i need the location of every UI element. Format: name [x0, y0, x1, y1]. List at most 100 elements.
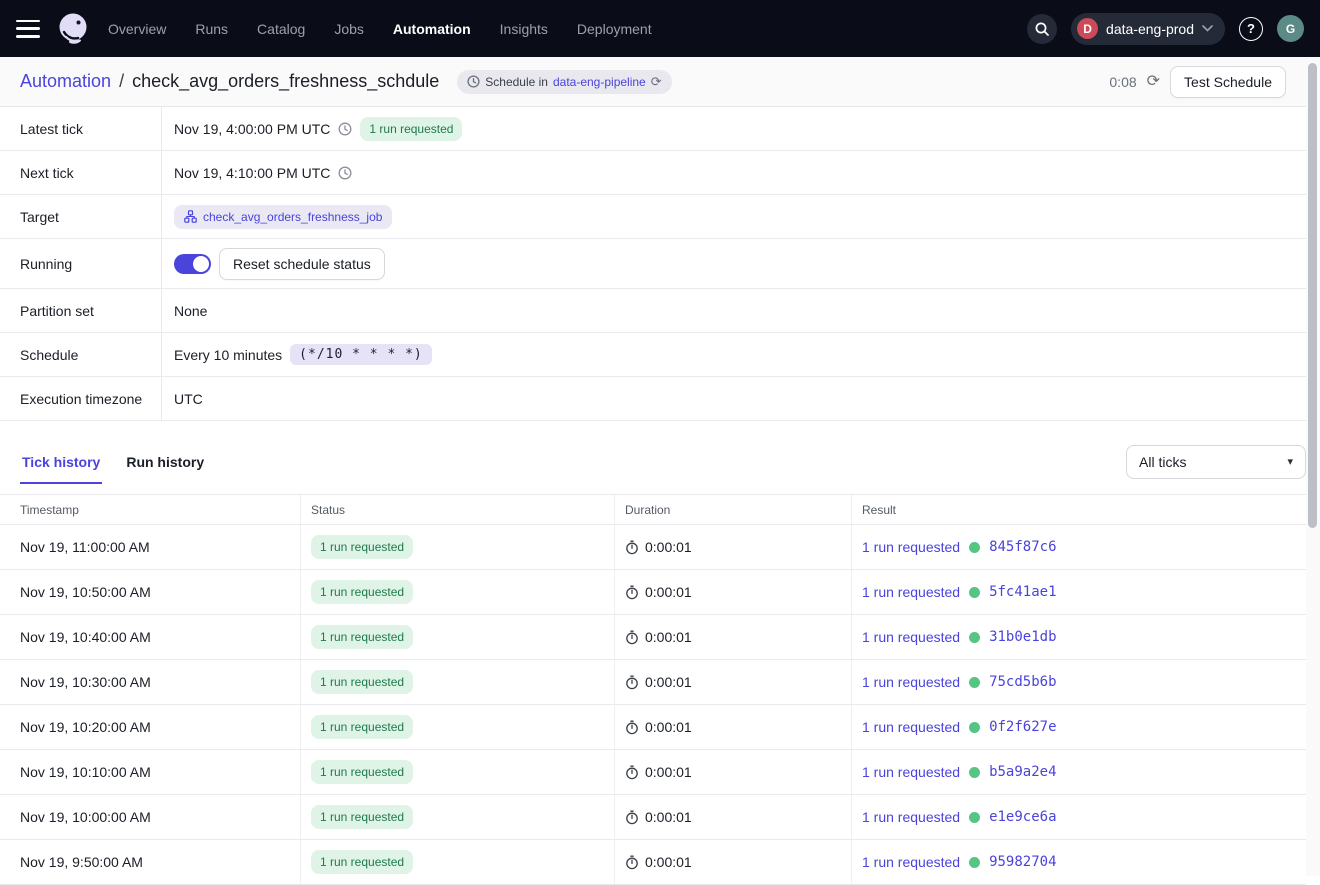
tick-duration: 0:00:01 — [645, 719, 692, 735]
workspace-initial-badge: D — [1077, 18, 1098, 39]
detail-row-latest-tick: Latest tick Nov 19, 4:00:00 PM UTC 1 run… — [0, 107, 1306, 151]
run-status-dot — [969, 812, 980, 823]
detail-row-timezone: Execution timezone UTC — [0, 377, 1306, 421]
refresh-icon[interactable]: ⟳ — [1147, 74, 1160, 90]
workspace-name: data-eng-prod — [1106, 21, 1194, 37]
test-schedule-button[interactable]: Test Schedule — [1170, 66, 1286, 98]
tick-status-badge: 1 run requested — [311, 670, 413, 694]
runs-requested-link[interactable]: 1 run requested — [862, 539, 960, 555]
job-graph-icon — [184, 210, 197, 223]
stopwatch-icon — [625, 765, 639, 780]
tick-duration: 0:00:01 — [645, 539, 692, 555]
nav-link-automation[interactable]: Automation — [393, 21, 471, 37]
breadcrumb-automation-link[interactable]: Automation — [20, 71, 111, 92]
nav-link-overview[interactable]: Overview — [108, 21, 166, 37]
target-job-name: check_avg_orders_freshness_job — [203, 210, 382, 224]
reset-schedule-status-button[interactable]: Reset schedule status — [219, 248, 385, 280]
reload-repo-icon[interactable]: ⟳ — [651, 75, 662, 88]
nav-link-catalog[interactable]: Catalog — [257, 21, 305, 37]
tick-duration: 0:00:01 — [645, 629, 692, 645]
runs-requested-link[interactable]: 1 run requested — [862, 719, 960, 735]
user-avatar[interactable]: G — [1277, 15, 1304, 42]
nav-link-jobs[interactable]: Jobs — [334, 21, 364, 37]
stopwatch-icon — [625, 585, 639, 600]
tick-timestamp: Nov 19, 10:00:00 AM — [0, 795, 300, 839]
runs-requested-link[interactable]: 1 run requested — [862, 809, 960, 825]
clock-icon — [338, 122, 352, 136]
run-id-link[interactable]: 845f87c6 — [989, 539, 1056, 555]
search-icon[interactable] — [1027, 14, 1057, 44]
run-id-link[interactable]: 5fc41ae1 — [989, 584, 1056, 600]
schedule-details: Latest tick Nov 19, 4:00:00 PM UTC 1 run… — [0, 107, 1306, 421]
clock-icon — [338, 166, 352, 180]
table-header-row: Timestamp Status Duration Result — [0, 495, 1306, 525]
run-id-link[interactable]: e1e9ce6a — [989, 809, 1056, 825]
tick-filter-select[interactable]: All ticks ▾ — [1126, 445, 1306, 479]
next-tick-value: Nov 19, 4:10:00 PM UTC — [174, 165, 330, 181]
detail-label: Running — [0, 239, 162, 288]
primary-nav: Overview Runs Catalog Jobs Automation In… — [108, 21, 652, 37]
runs-requested-link[interactable]: 1 run requested — [862, 629, 960, 645]
tick-duration: 0:00:01 — [645, 764, 692, 780]
run-status-dot — [969, 632, 980, 643]
partition-set-value: None — [174, 303, 207, 319]
detail-label: Target — [0, 195, 162, 238]
scrollbar-thumb[interactable] — [1308, 63, 1317, 528]
table-row: Nov 19, 10:10:00 AM 1 run requested 0:00… — [0, 750, 1306, 795]
tick-status-badge: 1 run requested — [311, 535, 413, 559]
runs-requested-link[interactable]: 1 run requested — [862, 584, 960, 600]
table-row: Nov 19, 11:00:00 AM 1 run requested 0:00… — [0, 525, 1306, 570]
breadcrumb-actions: 0:08 ⟳ Test Schedule — [1109, 66, 1300, 98]
target-job-link[interactable]: check_avg_orders_freshness_job — [174, 205, 392, 229]
page: Overview Runs Catalog Jobs Automation In… — [0, 0, 1320, 876]
repo-link[interactable]: data-eng-pipeline — [553, 75, 646, 89]
tick-status-badge: 1 run requested — [311, 580, 413, 604]
runs-requested-link[interactable]: 1 run requested — [862, 854, 960, 870]
run-id-link[interactable]: 0f2f627e — [989, 719, 1056, 735]
table-row: Nov 19, 9:50:00 AM 1 run requested 0:00:… — [0, 840, 1306, 885]
latest-tick-value: Nov 19, 4:00:00 PM UTC — [174, 121, 330, 137]
breadcrumb: Automation / check_avg_orders_freshness_… — [20, 70, 672, 94]
table-row: Nov 19, 10:20:00 AM 1 run requested 0:00… — [0, 705, 1306, 750]
nav-link-deployment[interactable]: Deployment — [577, 21, 652, 37]
tick-timestamp: Nov 19, 10:40:00 AM — [0, 615, 300, 659]
breadcrumb-bar: Automation / check_avg_orders_freshness_… — [0, 57, 1320, 107]
detail-row-partition-set: Partition set None — [0, 289, 1306, 333]
runs-requested-link[interactable]: 1 run requested — [862, 764, 960, 780]
help-icon[interactable]: ? — [1239, 17, 1263, 41]
stopwatch-icon — [625, 855, 639, 870]
tick-duration: 0:00:01 — [645, 584, 692, 600]
nav-link-runs[interactable]: Runs — [195, 21, 228, 37]
refresh-countdown: 0:08 — [1109, 74, 1136, 90]
runs-requested-link[interactable]: 1 run requested — [862, 674, 960, 690]
run-status-dot — [969, 542, 980, 553]
run-status-dot — [969, 722, 980, 733]
stopwatch-icon — [625, 810, 639, 825]
tick-status-badge: 1 run requested — [311, 625, 413, 649]
run-id-link[interactable]: 95982704 — [989, 854, 1056, 870]
tab-run-history[interactable]: Run history — [124, 454, 206, 484]
dagster-logo-icon[interactable] — [54, 10, 92, 48]
tick-status-badge: 1 run requested — [311, 850, 413, 874]
tick-duration: 0:00:01 — [645, 674, 692, 690]
menu-icon[interactable] — [16, 20, 40, 38]
schedule-location-badge: Schedule in data-eng-pipeline ⟳ — [457, 70, 671, 94]
tick-timestamp: Nov 19, 10:20:00 AM — [0, 705, 300, 749]
run-id-link[interactable]: 75cd5b6b — [989, 674, 1056, 690]
breadcrumb-separator: / — [119, 71, 124, 92]
workspace-switcher[interactable]: D data-eng-prod — [1071, 13, 1225, 45]
nav-link-insights[interactable]: Insights — [500, 21, 548, 37]
tab-tick-history[interactable]: Tick history — [20, 454, 102, 484]
detail-row-target: Target check_avg_orders_freshness_job — [0, 195, 1306, 239]
tick-status-badge: 1 run requested — [311, 805, 413, 829]
run-id-link[interactable]: b5a9a2e4 — [989, 764, 1056, 780]
detail-label: Schedule — [0, 333, 162, 376]
running-toggle[interactable] — [174, 254, 211, 274]
stopwatch-icon — [625, 675, 639, 690]
tick-status-badge: 1 run requested — [311, 715, 413, 739]
run-id-link[interactable]: 31b0e1db — [989, 629, 1056, 645]
tick-timestamp: Nov 19, 10:10:00 AM — [0, 750, 300, 794]
stopwatch-icon — [625, 630, 639, 645]
run-status-dot — [969, 677, 980, 688]
page-scrollbar[interactable] — [1306, 58, 1320, 876]
